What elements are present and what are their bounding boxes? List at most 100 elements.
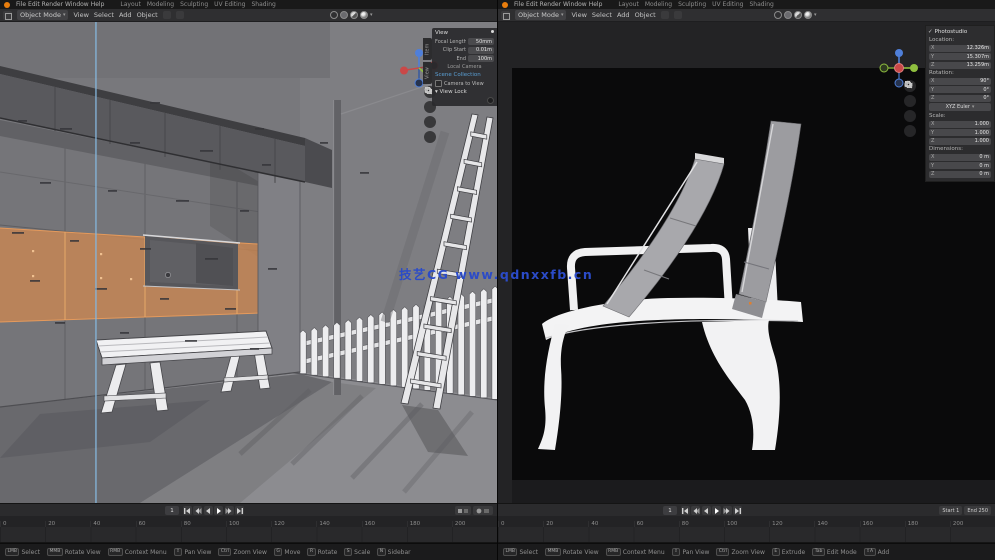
topbar-menu[interactable]: Render xyxy=(41,1,64,8)
rotation-field[interactable]: Z 0° xyxy=(929,94,991,102)
dimensions-field[interactable]: Z0 m xyxy=(929,170,991,178)
viewport-menu[interactable]: Object xyxy=(635,11,656,19)
chevron-down-icon[interactable]: ▾ xyxy=(814,12,817,18)
editor-type-icon[interactable] xyxy=(501,10,510,20)
blender-logo-icon[interactable] xyxy=(502,1,508,8)
viewport-3d-scene[interactable]: Item View View Focal Length 50mm Clip St… xyxy=(0,22,497,503)
material-shading-icon[interactable] xyxy=(794,11,802,19)
field-value[interactable]: 50mm xyxy=(468,38,494,45)
viewport-menu[interactable]: Select xyxy=(94,11,114,19)
mode-dropdown[interactable]: Object Mode ▾ xyxy=(17,10,69,20)
location-field[interactable]: Z 13.259m xyxy=(929,61,991,69)
workspace-tab[interactable]: Modeling xyxy=(147,1,174,8)
panel-checkbox-row[interactable]: Camera to View xyxy=(435,80,494,87)
axis-y-neg-icon[interactable] xyxy=(879,63,889,73)
rotation-field[interactable]: X 90° xyxy=(929,77,991,85)
object-visibility-row[interactable]: ✓ Photostudio xyxy=(928,28,992,36)
panel-link[interactable]: Scene Collection xyxy=(435,72,494,78)
scale-field[interactable]: X 1.000 xyxy=(929,120,991,128)
current-frame-field[interactable]: 1 xyxy=(165,506,179,515)
auto-keying-button[interactable] xyxy=(473,506,493,515)
camera-view-button[interactable] xyxy=(904,82,916,122)
checkmark-icon[interactable]: ✓ xyxy=(928,29,933,35)
dimensions-field[interactable]: X0 m xyxy=(929,153,991,161)
dimensions-field[interactable]: Y0 m xyxy=(929,162,991,169)
topbar-menu[interactable]: Help xyxy=(90,1,106,8)
rotation-mode-dropdown[interactable]: XYZ Euler ▾ xyxy=(929,103,991,111)
move-view-button[interactable] xyxy=(904,81,916,107)
timeline-track[interactable] xyxy=(498,527,995,543)
topbar-menu[interactable]: Render xyxy=(539,1,562,8)
workspace-tab[interactable]: Modeling xyxy=(645,1,672,8)
viewport-menu[interactable]: View xyxy=(73,11,88,19)
topbar-menu[interactable]: File xyxy=(15,1,27,8)
solid-shading-icon[interactable] xyxy=(784,11,792,19)
material-shading-icon[interactable] xyxy=(350,11,358,19)
prev-keyframe-button[interactable] xyxy=(193,506,202,515)
location-field[interactable]: Y 15.307m xyxy=(929,53,991,60)
topbar-menu[interactable]: Window xyxy=(562,1,588,8)
current-frame-field[interactable]: 1 xyxy=(663,506,677,515)
viewport-menu[interactable]: View xyxy=(571,11,586,19)
sidebar-tab[interactable]: Item xyxy=(423,38,432,60)
viewport-3d-scene[interactable]: ✓ Photostudio Location: X 12.326m Y 15.307m… xyxy=(498,22,995,503)
blender-logo-icon[interactable] xyxy=(4,1,10,8)
window-opening[interactable] xyxy=(142,234,241,291)
viewport-menu[interactable]: Select xyxy=(592,11,612,19)
solid-shading-icon[interactable] xyxy=(340,11,348,19)
workspace-tab[interactable]: Shading xyxy=(749,1,773,8)
options-circle-icon[interactable] xyxy=(487,96,494,104)
start-frame-field[interactable]: Start 1 xyxy=(939,506,963,515)
pin-icon[interactable] xyxy=(491,30,494,33)
jump-to-end-button[interactable] xyxy=(235,506,244,515)
topbar-menu[interactable]: File xyxy=(513,1,525,8)
mode-dropdown[interactable]: Object Mode ▾ xyxy=(515,10,567,20)
panel-section-header[interactable]: ▾ View Lock xyxy=(435,89,494,95)
next-keyframe-button[interactable] xyxy=(224,506,234,515)
transform-orientation-icon[interactable] xyxy=(660,11,669,19)
axis-z-icon[interactable] xyxy=(895,49,903,57)
play-button[interactable] xyxy=(712,506,721,515)
axis-x-icon[interactable] xyxy=(894,63,904,73)
rendered-shading-icon[interactable] xyxy=(804,11,812,19)
transform-orientation-icon[interactable] xyxy=(162,11,171,19)
perspective-toggle-button[interactable] xyxy=(424,86,436,143)
workspace-tab[interactable]: Shading xyxy=(251,1,275,8)
rotation-field[interactable]: Y 0° xyxy=(929,86,991,93)
jump-to-start-button[interactable] xyxy=(182,506,192,515)
jump-to-end-button[interactable] xyxy=(733,506,742,515)
wireframe-shading-icon[interactable] xyxy=(774,11,782,19)
bench-reference-scene[interactable] xyxy=(498,22,995,503)
panel-title[interactable]: View xyxy=(435,30,494,36)
play-reverse-button[interactable] xyxy=(203,506,213,515)
workspace-tab[interactable]: Sculpting xyxy=(180,1,208,8)
topbar-menu[interactable]: Window xyxy=(64,1,90,8)
axis-y-icon[interactable] xyxy=(910,64,918,72)
snap-magnet-icon[interactable] xyxy=(175,11,184,19)
chevron-down-icon[interactable]: ▾ xyxy=(370,12,373,18)
workspace-tab[interactable]: UV Editing xyxy=(214,1,245,8)
field-value[interactable]: 0.01m xyxy=(468,46,494,54)
topbar-menu[interactable]: Help xyxy=(588,1,604,8)
camera-view-button[interactable] xyxy=(424,88,436,128)
axis-z-icon[interactable] xyxy=(415,49,423,57)
keying-set-button[interactable] xyxy=(455,506,471,515)
viewport-menu[interactable]: Object xyxy=(137,11,158,19)
topbar-menu[interactable]: Edit xyxy=(525,1,539,8)
workspace-tab[interactable]: Layout xyxy=(120,1,140,8)
axis-z-neg-icon[interactable] xyxy=(894,78,904,88)
viewport-menu[interactable]: Add xyxy=(119,11,132,19)
jump-to-start-button[interactable] xyxy=(680,506,690,515)
wireframe-shading-icon[interactable] xyxy=(330,11,338,19)
end-frame-field[interactable]: End 250 xyxy=(964,506,991,515)
location-field[interactable]: X 12.326m xyxy=(929,44,991,52)
axis-z-neg-icon[interactable] xyxy=(414,78,424,88)
workspace-tab[interactable]: Layout xyxy=(618,1,638,8)
viewport-menu[interactable]: Add xyxy=(617,11,630,19)
frame-ruler[interactable]: 0 20 40 60 80 100 120 140 160 180 200 xyxy=(0,516,497,527)
frame-ruler[interactable]: 0 20 40 60 80 100 120 140 160 180 200 xyxy=(498,516,995,527)
play-button[interactable] xyxy=(214,506,223,515)
workspace-tab[interactable]: UV Editing xyxy=(712,1,743,8)
snap-magnet-icon[interactable] xyxy=(673,11,682,19)
field-value[interactable]: 100m xyxy=(468,55,494,62)
